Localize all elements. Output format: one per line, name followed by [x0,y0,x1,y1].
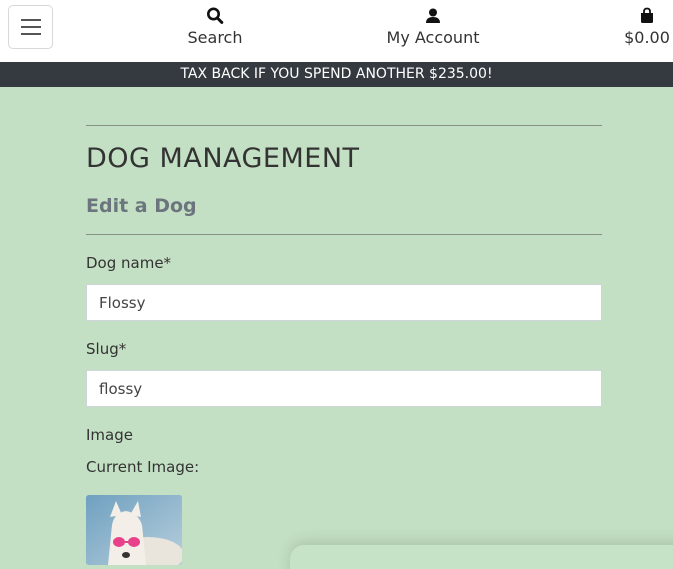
divider [86,234,602,235]
current-dog-image[interactable] [86,495,182,565]
nav-search-label: Search [187,28,243,47]
hamburger-icon [21,19,41,21]
image-label: Image [86,426,133,444]
bottom-overlay-panel [290,545,673,569]
bag-total: $0.00 [624,28,670,47]
hamburger-icon-bar [21,33,41,35]
nav-bag-link[interactable]: $0.00 [620,6,673,47]
page-title: DOG MANAGEMENT [86,143,360,174]
hamburger-icon-bar [21,26,41,28]
nav-search-link[interactable]: Search [185,6,245,47]
slug-input[interactable] [86,370,602,407]
divider [86,125,602,126]
main-content: DOG MANAGEMENT Edit a Dog Dog name* Slug… [86,87,602,565]
nav-account-label: My Account [386,28,480,47]
shopping-bag-icon [641,7,653,23]
slug-label: Slug* [86,340,127,358]
nav-account-link[interactable]: My Account [380,6,486,47]
menu-toggle-button[interactable] [8,5,53,49]
top-navbar: Search My Account $0.00 [0,0,673,62]
banner-text: TAX BACK IF YOU SPEND ANOTHER $235.00! [180,66,493,82]
current-image-label: Current Image: [86,458,200,476]
page-subtitle: Edit a Dog [86,195,197,217]
dog-name-input[interactable] [86,284,602,321]
dog-photo [86,495,182,565]
dog-name-label: Dog name* [86,254,172,272]
delivery-banner: TAX BACK IF YOU SPEND ANOTHER $235.00! [0,62,673,87]
user-icon [426,8,440,23]
search-icon [207,7,224,24]
